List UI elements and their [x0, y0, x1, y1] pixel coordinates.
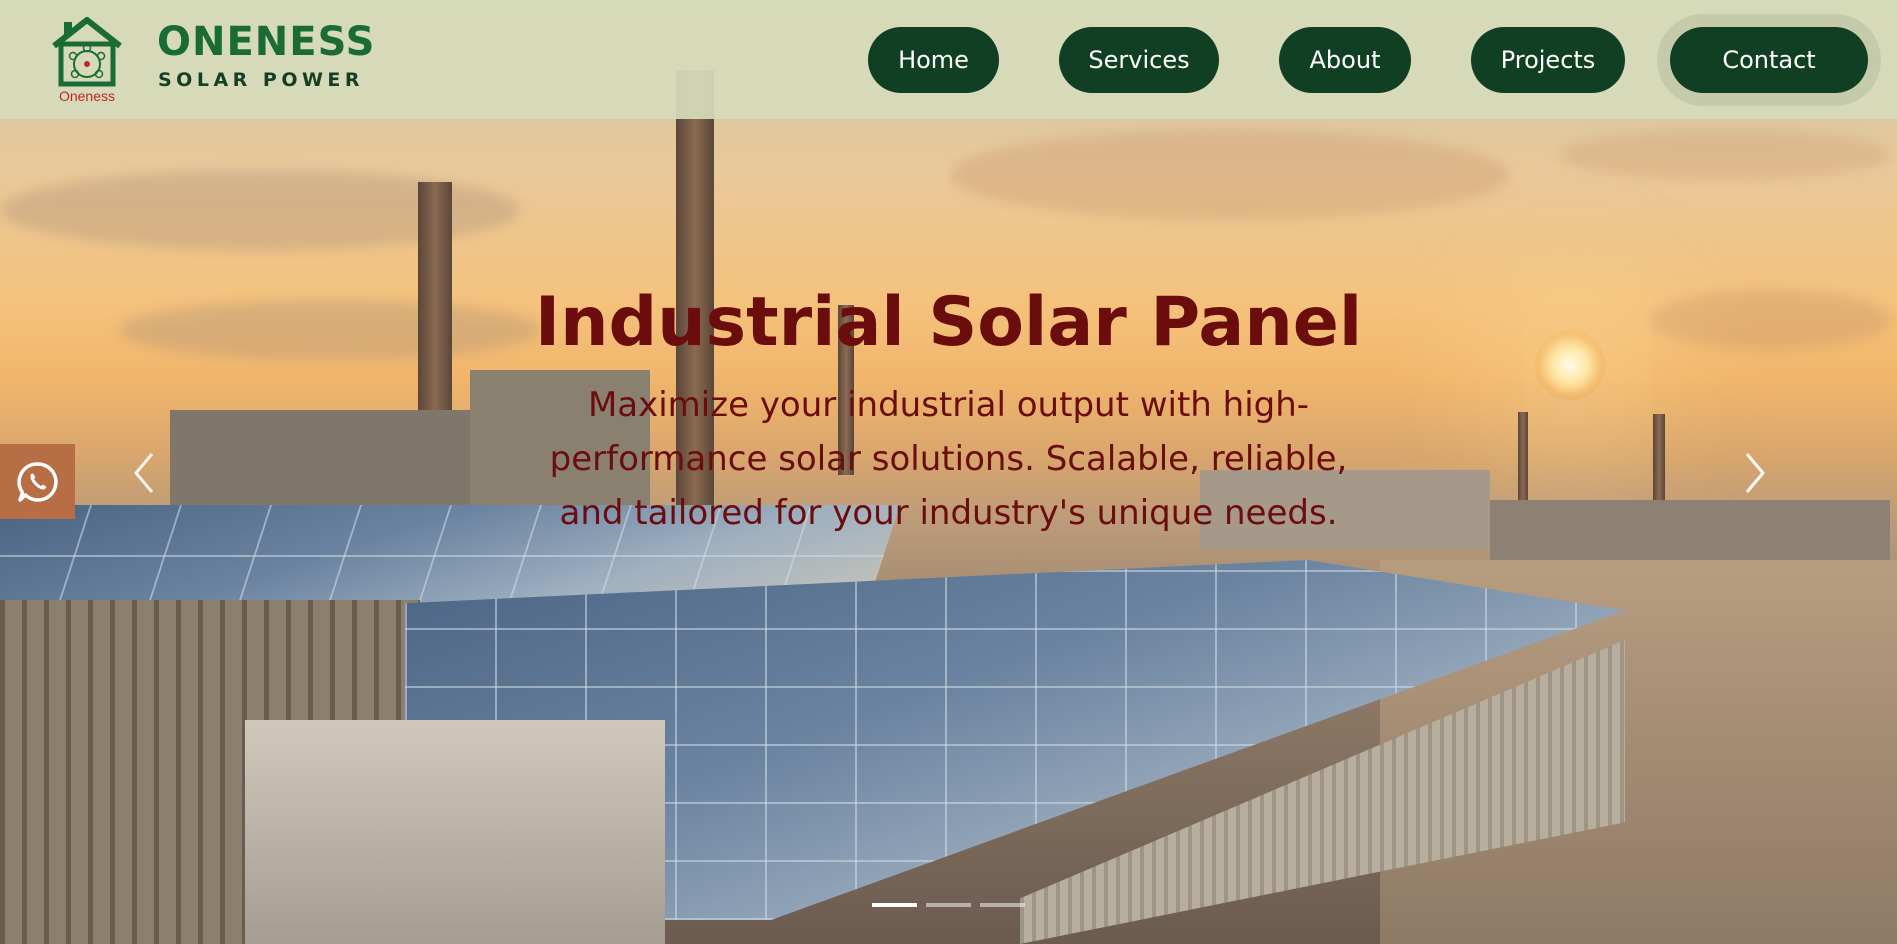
chevron-left-icon: [134, 453, 154, 493]
nav-services-button[interactable]: Services: [1059, 27, 1219, 93]
carousel-indicator[interactable]: [926, 903, 971, 907]
page: Oneness ONENESS SOLAR POWER Home Service…: [0, 0, 1897, 944]
cloud: [1560, 130, 1890, 180]
house-solar-logo-icon: [52, 17, 122, 87]
logo-caption: Oneness: [58, 88, 116, 104]
nav-home-button[interactable]: Home: [868, 27, 999, 93]
carousel-prev-button[interactable]: [124, 448, 164, 498]
brand-tagline: SOLAR POWER: [158, 69, 365, 91]
chimney: [1653, 414, 1665, 504]
building-wall: [245, 720, 665, 944]
cloud: [950, 130, 1510, 220]
cloud: [1650, 290, 1890, 350]
whatsapp-icon: [16, 461, 58, 502]
nav-contact-button[interactable]: Contact: [1670, 27, 1868, 93]
brand-name[interactable]: ONENESS: [157, 19, 375, 65]
carousel-next-button[interactable]: [1735, 448, 1775, 498]
hero-subtitle-line: performance solar solutions. Scalable, r…: [549, 439, 1348, 479]
hero-title: Industrial Solar Panel: [534, 283, 1363, 362]
chimney: [1518, 412, 1528, 502]
nav-about-button[interactable]: About: [1279, 27, 1411, 93]
carousel-indicators: [872, 903, 1025, 907]
hero-subtitle-line: Maximize your industrial output with hig…: [587, 385, 1310, 425]
carousel-indicator[interactable]: [980, 903, 1025, 907]
site-header: Oneness ONENESS SOLAR POWER Home Service…: [0, 0, 1897, 119]
hero-subtitle-line: and tailored for your industry's unique …: [559, 493, 1338, 533]
carousel-indicator[interactable]: [872, 903, 917, 907]
nav-projects-button[interactable]: Projects: [1471, 27, 1625, 93]
sun: [1535, 330, 1605, 400]
chevron-right-icon: [1745, 453, 1765, 493]
hero-subtitle: Maximize your industrial output with hig…: [510, 378, 1387, 540]
whatsapp-button[interactable]: [0, 444, 75, 519]
logo[interactable]: Oneness: [46, 16, 128, 106]
